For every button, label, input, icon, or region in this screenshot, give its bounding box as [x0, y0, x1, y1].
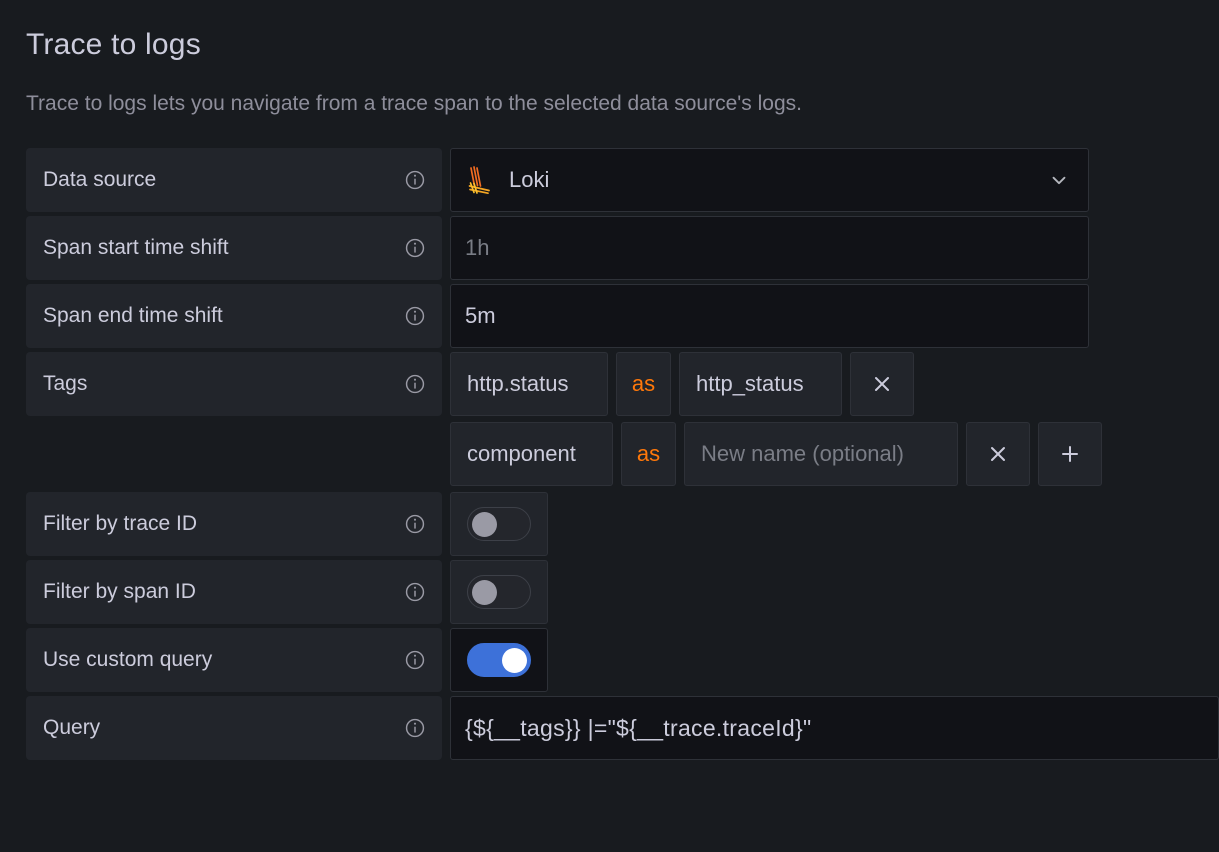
label-text: Use custom query: [43, 648, 404, 672]
info-circle-icon[interactable]: [404, 649, 426, 671]
toggle-knob: [472, 580, 497, 605]
use-custom-query-toggle[interactable]: [467, 643, 531, 677]
filter-by-trace-id-toggle-container[interactable]: [450, 492, 548, 556]
remove-tag-button[interactable]: [850, 352, 914, 416]
data-source-select-value-group: Loki: [465, 164, 549, 196]
label-data-source: Data source: [26, 148, 442, 212]
info-circle-icon[interactable]: [404, 305, 426, 327]
form-row-filter-by-trace-id: Filter by trace ID: [26, 492, 1219, 556]
label-tags: Tags: [26, 352, 442, 416]
plus-icon: [1058, 442, 1082, 466]
label-span-end-time-shift: Span end time shift: [26, 284, 442, 348]
loki-logo-icon: [465, 164, 495, 196]
tag-key-input[interactable]: component: [450, 422, 613, 486]
form-row-tags-second: component as New name (optional): [26, 422, 1219, 486]
info-circle-icon[interactable]: [404, 373, 426, 395]
query-input[interactable]: {${__tags}} |="${__trace.traceId}": [450, 696, 1219, 760]
info-circle-icon[interactable]: [404, 717, 426, 739]
tag-value-input[interactable]: http_status: [679, 352, 842, 416]
filter-by-span-id-toggle-container[interactable]: [450, 560, 548, 624]
info-circle-icon[interactable]: [404, 237, 426, 259]
form-row-data-source: Data source: [26, 148, 1219, 212]
label-span-start-time-shift: Span start time shift: [26, 216, 442, 280]
close-x-icon: [870, 372, 894, 396]
page-title: Trace to logs: [26, 26, 1219, 64]
chevron-down-icon[interactable]: [1048, 169, 1074, 191]
label-text: Query: [43, 716, 404, 740]
label-text: Filter by span ID: [43, 580, 404, 604]
form-row-filter-by-span-id: Filter by span ID: [26, 560, 1219, 624]
label-text: Data source: [43, 168, 404, 192]
add-tag-button[interactable]: [1038, 422, 1102, 486]
tag-as-label: as: [616, 352, 671, 416]
filter-by-trace-id-toggle[interactable]: [467, 507, 531, 541]
label-query: Query: [26, 696, 442, 760]
label-text: Filter by trace ID: [43, 512, 404, 536]
data-source-select[interactable]: Loki: [450, 148, 1089, 212]
info-circle-icon[interactable]: [404, 169, 426, 191]
toggle-knob: [502, 648, 527, 673]
form-row-use-custom-query: Use custom query: [26, 628, 1219, 692]
form-row-tags: Tags http.status as http_status: [26, 352, 1219, 416]
label-use-custom-query: Use custom query: [26, 628, 442, 692]
form-row-span-end-time-shift: Span end time shift 5m: [26, 284, 1219, 348]
info-circle-icon[interactable]: [404, 581, 426, 603]
close-x-icon: [986, 442, 1010, 466]
data-source-value-text: Loki: [509, 167, 549, 193]
form-row-span-start-time-shift: Span start time shift 1h: [26, 216, 1219, 280]
trace-to-logs-settings-panel: Trace to logs Trace to logs lets you nav…: [0, 0, 1219, 852]
span-end-time-shift-input[interactable]: 5m: [450, 284, 1089, 348]
span-start-time-shift-input[interactable]: 1h: [450, 216, 1089, 280]
label-filter-by-span-id: Filter by span ID: [26, 560, 442, 624]
tag-as-label: as: [621, 422, 676, 486]
remove-tag-button[interactable]: [966, 422, 1030, 486]
label-spacer: [26, 422, 442, 486]
tag-mapping-row: http.status as http_status: [450, 352, 914, 416]
label-filter-by-trace-id: Filter by trace ID: [26, 492, 442, 556]
label-text: Span start time shift: [43, 236, 404, 260]
use-custom-query-toggle-container[interactable]: [450, 628, 548, 692]
tag-mapping-row: component as New name (optional): [450, 422, 1102, 486]
label-text: Span end time shift: [43, 304, 404, 328]
tag-key-input[interactable]: http.status: [450, 352, 608, 416]
info-circle-icon[interactable]: [404, 513, 426, 535]
form-row-query: Query {${__tags}} |="${__trace.traceId}": [26, 696, 1219, 760]
filter-by-span-id-toggle[interactable]: [467, 575, 531, 609]
toggle-knob: [472, 512, 497, 537]
tag-value-input[interactable]: New name (optional): [684, 422, 958, 486]
section-description: Trace to logs lets you navigate from a t…: [26, 90, 1219, 118]
label-text: Tags: [43, 372, 404, 396]
